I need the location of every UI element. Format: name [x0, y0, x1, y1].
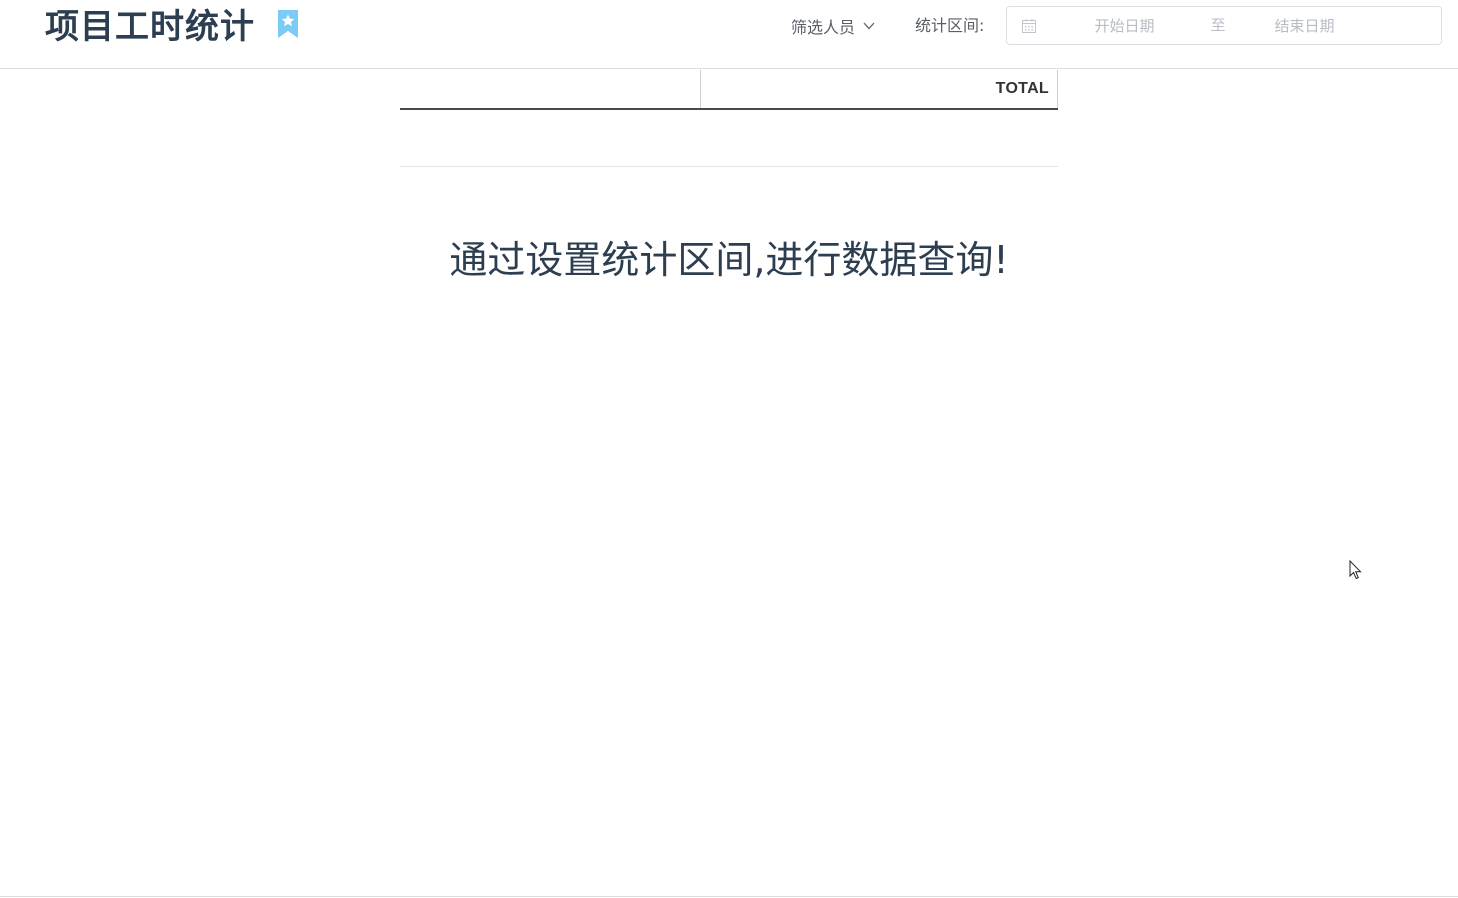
mouse-cursor-icon: [1349, 560, 1362, 580]
page-title: 项目工时统计: [45, 7, 255, 47]
column-header-total: TOTAL: [701, 70, 1058, 108]
header: 项目工时统计 筛选人员 统计区间: 开始日期 至 结束日期: [0, 0, 1458, 69]
filter-people-dropdown[interactable]: 筛选人员: [791, 13, 875, 39]
range-label: 统计区间:: [915, 16, 985, 35]
bookmark-star-icon[interactable]: [277, 9, 299, 39]
table-empty-row: [400, 110, 1058, 167]
calendar-icon: [1022, 19, 1036, 33]
page: 项目工时统计 筛选人员 统计区间: 开始日期 至 结束日期 TOTAL 通过设置…: [0, 0, 1458, 898]
start-date-input[interactable]: [1052, 7, 1197, 44]
empty-state-message: 通过设置统计区间,进行数据查询!: [449, 238, 1009, 282]
bottom-divider: [0, 896, 1458, 897]
table-header: TOTAL: [400, 70, 1058, 110]
column-header-name: [400, 70, 701, 108]
filter-people-label: 筛选人员: [791, 18, 856, 37]
end-date-input[interactable]: [1232, 7, 1377, 44]
range-separator: 至: [1210, 16, 1226, 34]
chevron-down-icon: [863, 22, 875, 30]
date-range-picker[interactable]: 至: [1006, 6, 1442, 45]
